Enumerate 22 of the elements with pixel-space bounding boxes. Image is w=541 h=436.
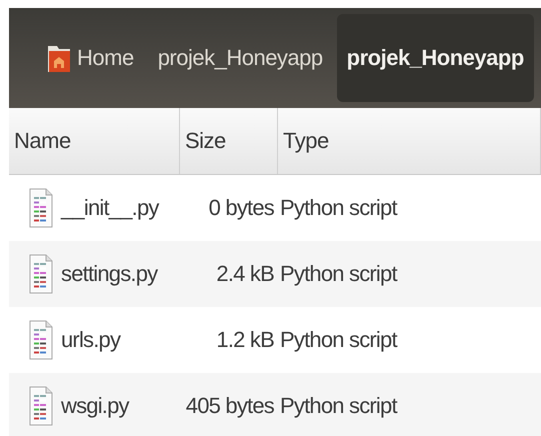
column-header[interactable]: Size: [180, 108, 278, 174]
file-size: 2.4 kB: [215, 261, 275, 287]
breadcrumb-button[interactable]: projek_Honeyapp: [148, 14, 333, 102]
file-name: __init__.py: [61, 195, 159, 221]
file-type: Python script: [279, 261, 398, 287]
file-type: Python script: [279, 195, 398, 221]
file-name: settings.py: [61, 261, 158, 287]
column-header[interactable]: Name: [9, 108, 180, 174]
file-size: 1.2 kB: [215, 327, 275, 353]
file-size: 0 bytes: [208, 195, 275, 221]
column-header[interactable]: Type: [278, 108, 541, 174]
file-name: wsgi.py: [61, 393, 129, 419]
file-icon: [29, 254, 53, 294]
file-size: 405 bytes: [184, 393, 275, 419]
breadcrumb-button[interactable]: Home: [37, 14, 144, 102]
file-name: urls.py: [61, 327, 120, 353]
file-icon: [29, 320, 53, 360]
file-icon: [29, 188, 53, 228]
file-type: Python script: [279, 327, 398, 353]
file-type: Python script: [279, 393, 398, 419]
breadcrumb-button[interactable]: projek_Honeyapp: [336, 14, 534, 102]
file-icon: [29, 386, 53, 426]
